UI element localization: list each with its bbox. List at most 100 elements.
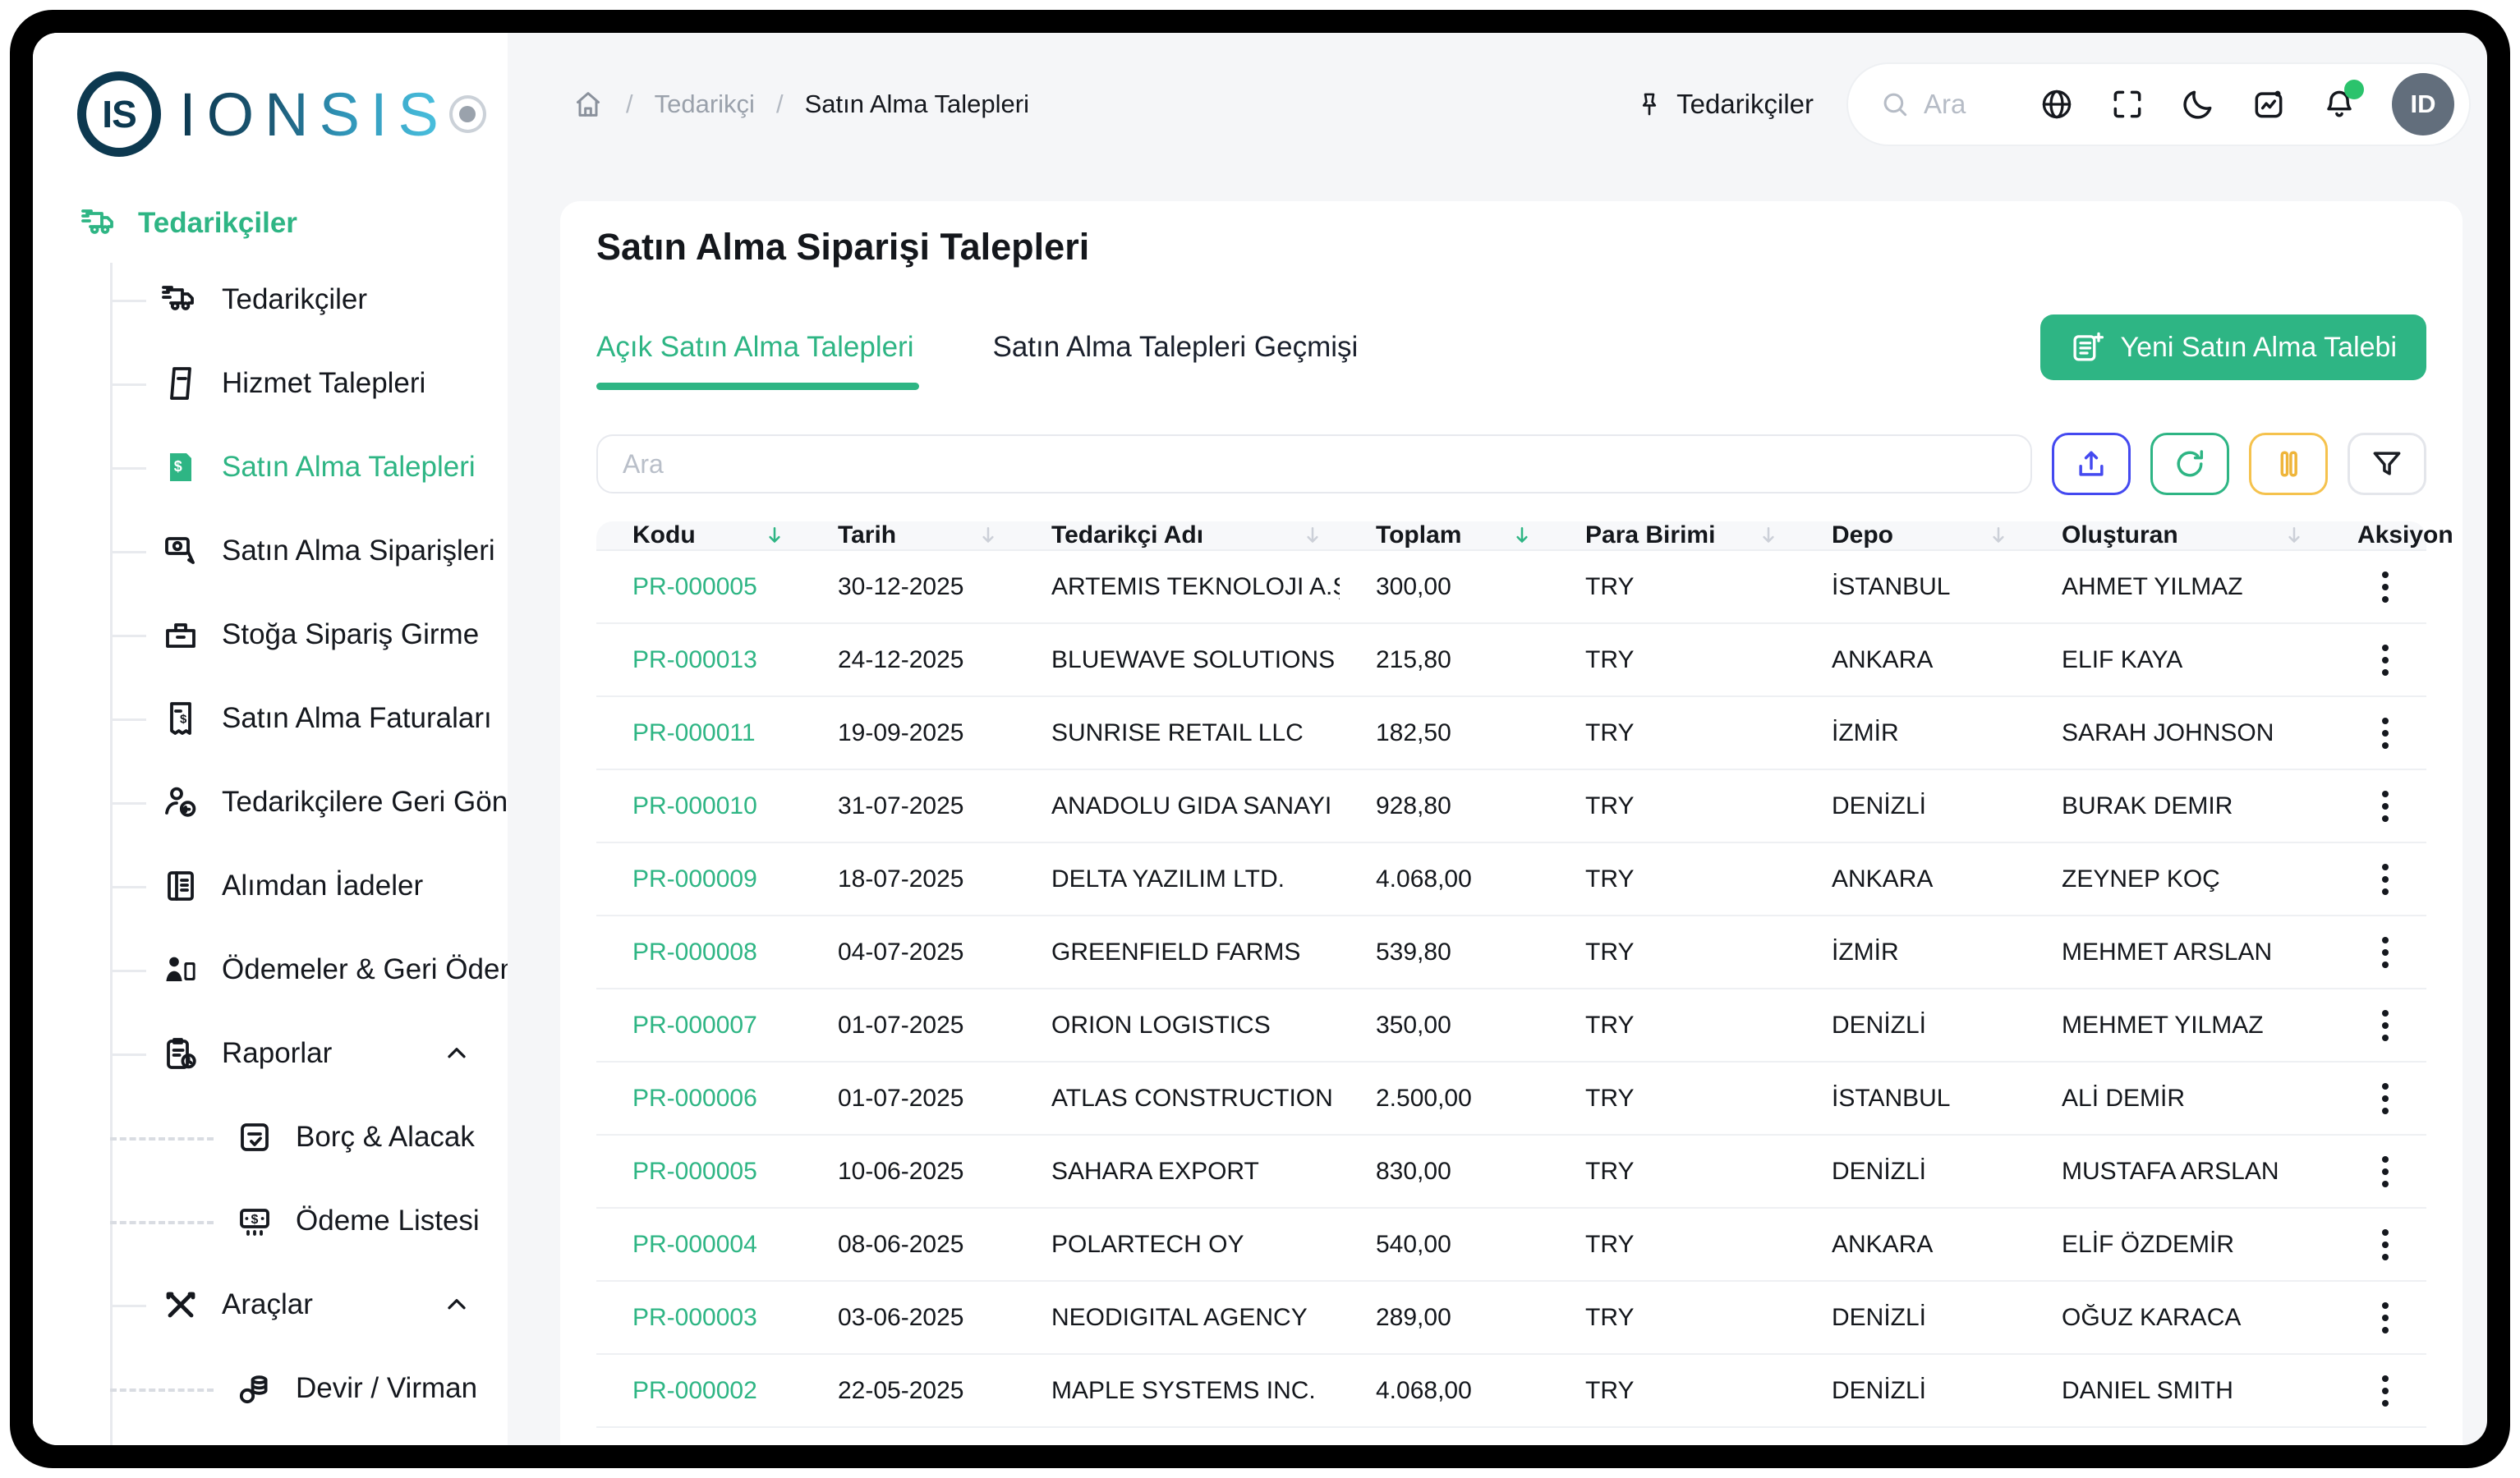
sidebar-item-satin-alma-talepleri[interactable]: $ Satın Alma Talepleri [110, 425, 508, 509]
row-actions-menu-button[interactable] [2374, 709, 2397, 757]
refresh-button[interactable] [2150, 433, 2229, 495]
breadcrumb: / Tedarikçi / Satın Alma Talepleri [572, 88, 1029, 121]
sort-arrow-icon[interactable] [1986, 523, 2011, 548]
row-date: 03-06-2025 [802, 1304, 1015, 1332]
sidebar-item-devir-virman[interactable]: Devir / Virman [110, 1347, 508, 1430]
sidebar-item-raporlar[interactable]: Raporlar [110, 1012, 508, 1095]
sort-arrow-icon[interactable] [1756, 523, 1781, 548]
row-actions-menu-button[interactable] [2374, 1075, 2397, 1122]
user-avatar[interactable]: ID [2392, 73, 2454, 135]
row-creator: BURAK DEMIR [2026, 792, 2321, 820]
row-code-link[interactable]: PR-000006 [596, 1085, 802, 1113]
row-code-link[interactable]: PR-000003 [596, 1304, 802, 1332]
row-code-link[interactable]: PR-000005 [596, 1158, 802, 1186]
row-creator: MEHMET ARSLAN [2026, 939, 2321, 966]
sidebar-item-satin-alma-siparisleri[interactable]: Satın Alma Siparişleri [110, 509, 508, 593]
row-code-link[interactable]: PR-000002 [596, 1377, 802, 1405]
new-purchase-request-button[interactable]: Yeni Satın Alma Talebi [2040, 314, 2426, 380]
table-row: PR-00000120-05-2025KUZEY ENERJI A.Ş.520,… [596, 1428, 2426, 1445]
row-actions-menu-button[interactable] [2374, 1148, 2397, 1196]
dark-mode-moon-button[interactable] [2180, 86, 2216, 122]
sidebar-item-araclar[interactable]: Araçlar [110, 1263, 508, 1347]
row-creator: MUSTAFA ARSLAN [2026, 1158, 2321, 1186]
row-actions [2321, 856, 2436, 903]
sort-arrow-icon[interactable] [2282, 523, 2306, 548]
row-total: 540,00 [1340, 1231, 1549, 1259]
row-actions-menu-button[interactable] [2374, 563, 2397, 611]
row-actions-menu-button[interactable] [2374, 929, 2397, 976]
sort-arrow-icon[interactable] [762, 523, 787, 548]
logo-badge-icon: IS [77, 71, 161, 157]
global-search[interactable] [1879, 88, 2004, 121]
sidebar-item-tedarikcilere-geri-gonder[interactable]: Tedarikçilere Geri Gönder [110, 760, 508, 844]
row-actions-menu-button[interactable] [2374, 1221, 2397, 1269]
row-actions-menu-button[interactable] [2374, 1294, 2397, 1342]
tab-satin-alma-talepleri-gecmisi[interactable]: Satın Alma Talepleri Geçmişi [993, 331, 1359, 364]
export-button[interactable] [2052, 433, 2131, 495]
column-header-tedarikci-adi[interactable]: Tedarikçi Adı [1015, 521, 1340, 549]
tab-acik-satin-alma-talepleri[interactable]: Açık Satın Alma Talepleri [596, 331, 914, 364]
sidebar-item-satin-alma-faturalari[interactable]: $ Satın Alma Faturaları [110, 677, 508, 760]
row-actions [2321, 1294, 2436, 1342]
row-actions-menu-button[interactable] [2374, 783, 2397, 830]
row-warehouse: ANKARA [1796, 865, 2026, 893]
breadcrumb-parent[interactable]: Tedarikçi [655, 90, 755, 119]
row-code-link[interactable]: PR-000013 [596, 646, 802, 674]
sidebar-collapse-toggle[interactable] [449, 95, 486, 133]
row-actions-menu-button[interactable] [2374, 1002, 2397, 1049]
global-search-input[interactable] [1922, 88, 2004, 121]
sidebar-item-iceri-disari-aktar[interactable]: İçeri & Dışarı Aktar [110, 1430, 508, 1445]
filter-button[interactable] [2348, 433, 2426, 495]
column-header-depo[interactable]: Depo [1796, 521, 2026, 549]
checkbox-list-icon [235, 1118, 274, 1157]
sort-arrow-icon[interactable] [1300, 523, 1325, 548]
pinned-page-shortcut[interactable]: Tedarikçiler [1635, 89, 1814, 120]
language-globe-button[interactable] [2039, 86, 2075, 122]
table-search-input[interactable] [596, 434, 2032, 493]
row-code-link[interactable]: PR-000011 [596, 719, 802, 747]
row-actions-menu-button[interactable] [2374, 1367, 2397, 1415]
sidebar-item-hizmet-talepleri[interactable]: Hizmet Talepleri [110, 342, 508, 425]
row-date: 30-12-2025 [802, 573, 1015, 601]
sidebar-section-header[interactable]: Tedarikçiler [80, 204, 508, 243]
row-code-link[interactable]: PR-000004 [596, 1231, 802, 1259]
invoice-receipt-icon: $ [161, 699, 200, 738]
columns-toggle-button[interactable] [2249, 433, 2328, 495]
sidebar-item-odemeler-geri-odeme[interactable]: Ödemeler & Geri Ödeme... [110, 928, 508, 1012]
sidebar-item-tedarikciler[interactable]: Tedarikçiler [110, 258, 508, 342]
row-warehouse: DENİZLİ [1796, 1304, 2026, 1332]
column-header-toplam[interactable]: Toplam [1340, 521, 1549, 549]
row-total: 350,00 [1340, 1012, 1549, 1040]
column-header-olusturan[interactable]: Oluşturan [2026, 521, 2321, 549]
refresh-icon [2172, 446, 2208, 482]
notifications-bell-button[interactable] [2321, 86, 2357, 122]
row-code-link[interactable]: PR-000008 [596, 939, 802, 966]
row-code-link[interactable]: PR-000007 [596, 1012, 802, 1040]
sidebar-item-alimdan-iadeler[interactable]: Alımdan İadeler [110, 844, 508, 928]
sidebar-item-borc-alacak[interactable]: Borç & Alacak [110, 1095, 508, 1179]
fullscreen-button[interactable] [2109, 86, 2145, 122]
sort-arrow-icon[interactable] [976, 523, 1000, 548]
activity-monitor-button[interactable] [2251, 86, 2287, 122]
row-actions-menu-button[interactable] [2374, 856, 2397, 903]
row-code-link[interactable]: PR-000009 [596, 865, 802, 893]
sidebar-item-stoga-siparis-girme[interactable]: Stoğa Sipariş Girme [110, 593, 508, 677]
row-code-link[interactable]: PR-000010 [596, 792, 802, 820]
row-total: 215,80 [1340, 646, 1549, 674]
breadcrumb-current: Satın Alma Talepleri [805, 90, 1029, 119]
sort-arrow-icon[interactable] [1510, 523, 1534, 548]
column-header-para-birimi[interactable]: Para Birimi [1549, 521, 1796, 549]
row-warehouse: ANKARA [1796, 646, 2026, 674]
pin-icon [1635, 90, 1663, 118]
table-row: PR-00000303-06-2025NEODIGITAL AGENCY289,… [596, 1282, 2426, 1355]
sidebar-item-odeme-listesi[interactable]: $ Ödeme Listesi [110, 1179, 508, 1263]
table-row: PR-00000804-07-2025GREENFIELD FARMS539,8… [596, 916, 2426, 989]
column-header-kodu[interactable]: Kodu [596, 521, 802, 549]
row-actions-menu-button[interactable] [2374, 1440, 2397, 1446]
table-row: PR-00000601-07-2025ATLAS CONSTRUCTION2.5… [596, 1063, 2426, 1136]
notification-badge [2344, 80, 2364, 99]
row-code-link[interactable]: PR-000005 [596, 573, 802, 601]
column-header-tarih[interactable]: Tarih [802, 521, 1015, 549]
home-icon[interactable] [572, 88, 605, 121]
row-actions-menu-button[interactable] [2374, 636, 2397, 684]
